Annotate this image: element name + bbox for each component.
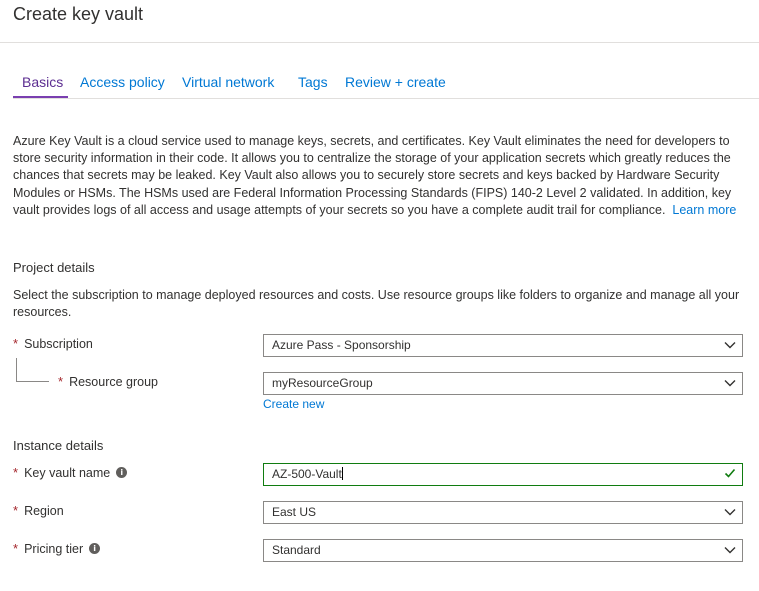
resource-group-value: myResourceGroup bbox=[272, 376, 373, 390]
key-vault-name-label-text: Key vault name bbox=[24, 465, 111, 480]
resource-group-label: * Resource group bbox=[58, 374, 158, 389]
pricing-tier-label-text: Pricing tier bbox=[24, 541, 84, 556]
chevron-down-icon bbox=[724, 342, 736, 349]
required-marker: * bbox=[13, 503, 19, 518]
tab-basics[interactable]: Basics bbox=[22, 74, 63, 90]
required-marker: * bbox=[13, 465, 19, 480]
key-vault-name-input[interactable]: AZ-500-Vault bbox=[263, 463, 743, 486]
tab-tags[interactable]: Tags bbox=[298, 74, 328, 90]
learn-more-link[interactable]: Learn more bbox=[672, 203, 736, 217]
chevron-down-icon bbox=[724, 380, 736, 387]
page-title: Create key vault bbox=[13, 4, 144, 24]
required-marker: * bbox=[13, 336, 19, 351]
info-icon[interactable]: i bbox=[116, 467, 128, 478]
required-marker: * bbox=[58, 374, 64, 389]
tab-review-create[interactable]: Review + create bbox=[345, 74, 446, 90]
project-details-description: Select the subscription to manage deploy… bbox=[13, 288, 740, 319]
tab-access-policy[interactable]: Access policy bbox=[80, 74, 165, 90]
region-dropdown[interactable]: East US bbox=[263, 501, 743, 524]
info-icon[interactable]: i bbox=[89, 543, 101, 554]
subscription-label-text: Subscription bbox=[24, 336, 93, 351]
checkmark-icon bbox=[724, 468, 736, 478]
tab-virtual-network[interactable]: Virtual network bbox=[182, 74, 274, 90]
subscription-dropdown[interactable]: Azure Pass - Sponsorship bbox=[263, 334, 743, 357]
tree-connector-horizontal bbox=[16, 381, 49, 382]
chevron-down-icon bbox=[724, 509, 736, 516]
create-new-resource-group-link[interactable]: Create new bbox=[263, 397, 324, 411]
text-cursor bbox=[341, 467, 343, 480]
project-details-heading: Project details bbox=[13, 260, 95, 275]
required-marker: * bbox=[13, 541, 19, 556]
tabs-divider bbox=[13, 98, 759, 99]
region-label-text: Region bbox=[24, 503, 64, 518]
instance-details-heading: Instance details bbox=[13, 438, 104, 453]
intro-text: Azure Key Vault is a cloud service used … bbox=[13, 134, 732, 217]
subscription-label: * Subscription bbox=[13, 336, 93, 351]
tab-bar: Basics Access policy Virtual network Tag… bbox=[13, 74, 759, 99]
subscription-value: Azure Pass - Sponsorship bbox=[272, 338, 411, 352]
pricing-tier-value: Standard bbox=[272, 543, 321, 557]
pricing-tier-label: * Pricing tier i bbox=[13, 541, 101, 556]
intro-description: Azure Key Vault is a cloud service used … bbox=[13, 133, 748, 219]
key-vault-name-label: * Key vault name i bbox=[13, 465, 128, 480]
resource-group-label-text: Resource group bbox=[69, 374, 159, 389]
region-value: East US bbox=[272, 505, 317, 519]
title-divider bbox=[0, 42, 759, 43]
key-vault-name-value: AZ-500-Vault bbox=[272, 467, 343, 481]
resource-group-dropdown[interactable]: myResourceGroup bbox=[263, 372, 743, 395]
chevron-down-icon bbox=[724, 547, 736, 554]
region-label: * Region bbox=[13, 503, 64, 518]
key-vault-name-text: AZ-500-Vault bbox=[272, 467, 342, 481]
tree-connector-vertical bbox=[16, 358, 17, 382]
pricing-tier-dropdown[interactable]: Standard bbox=[263, 539, 743, 562]
